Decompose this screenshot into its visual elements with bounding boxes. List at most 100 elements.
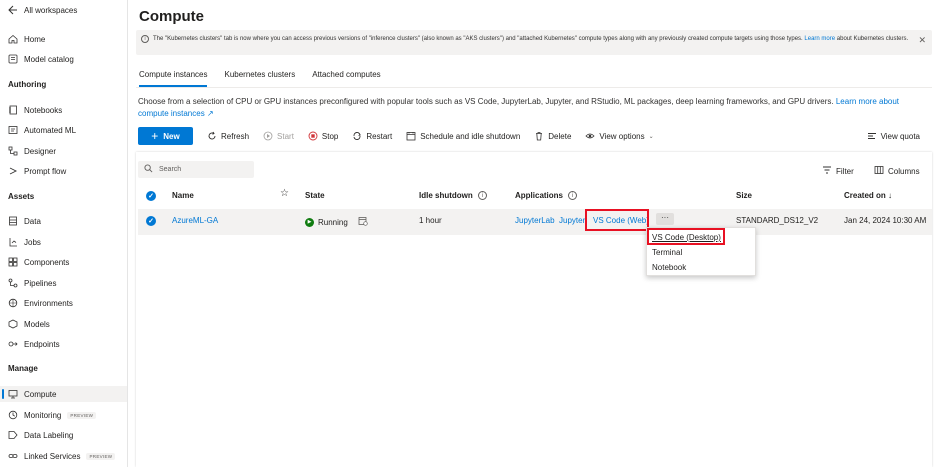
delete-button[interactable]: Delete — [534, 131, 571, 141]
sidebar-item-monitoring[interactable]: Monitoring PREVIEW — [8, 407, 97, 423]
header-name[interactable]: Name — [172, 191, 194, 200]
search-placeholder: Search — [159, 166, 182, 173]
checkmark-icon: ✓ — [146, 191, 156, 201]
jupyterlab-link[interactable]: JupyterLab — [515, 216, 555, 225]
sidebar-item-label: Jobs — [24, 237, 41, 247]
header-idle-shutdown[interactable]: Idle shutdown i — [419, 191, 487, 200]
info-icon: i — [141, 35, 149, 43]
stop-button[interactable]: Stop — [308, 131, 338, 141]
highlight-vscode-desktop — [647, 228, 725, 245]
sidebar-item-label: Compute — [24, 389, 57, 399]
catalog-icon — [8, 54, 18, 64]
left-navigation: All workspaces Home Model catalog Author… — [0, 0, 128, 467]
new-label: New — [163, 131, 180, 141]
sidebar-item-label: Endpoints — [24, 339, 60, 349]
sidebar-item-jobs[interactable]: Jobs — [8, 234, 41, 250]
refresh-label: Refresh — [221, 131, 250, 141]
learn-more-link-part1[interactable]: Learn — [804, 36, 819, 42]
tab-compute-instances[interactable]: Compute instances — [139, 70, 208, 87]
sidebar-item-label: Prompt flow — [24, 166, 67, 176]
sidebar-item-model-catalog[interactable]: Model catalog — [8, 51, 74, 67]
tab-attached-computes[interactable]: Attached computes — [312, 70, 380, 86]
star-icon[interactable]: ☆ — [280, 188, 289, 199]
menu-item-notebook[interactable]: Notebook — [652, 263, 686, 272]
schedule-icon[interactable] — [358, 216, 368, 228]
notebook-icon — [8, 105, 18, 115]
sidebar-item-home[interactable]: Home — [8, 31, 45, 47]
sidebar-item-designer[interactable]: Designer — [8, 143, 56, 159]
sidebar-item-label: Designer — [24, 146, 57, 156]
sidebar-item-label: Automated ML — [24, 125, 77, 135]
sidebar-item-endpoints[interactable]: Endpoints — [8, 336, 60, 352]
close-icon[interactable]: ✕ — [918, 35, 926, 46]
schedule-button[interactable]: Schedule and idle shutdown — [406, 131, 520, 141]
play-icon — [263, 131, 273, 141]
header-state[interactable]: State — [305, 191, 325, 200]
header-created-on[interactable]: Created on ↓ — [844, 191, 892, 200]
highlight-vscode-web — [585, 209, 649, 231]
sidebar-item-models[interactable]: Models — [8, 316, 50, 332]
filter-button[interactable]: Filter — [822, 165, 854, 177]
more-apps-button[interactable]: ··· — [656, 213, 674, 225]
idle-shutdown-value: 1 hour — [419, 216, 442, 225]
sidebar-item-data-labeling[interactable]: Data Labeling — [8, 427, 73, 443]
sidebar-item-notebooks[interactable]: Notebooks — [8, 102, 62, 118]
all-workspaces-link[interactable]: All workspaces — [8, 2, 77, 18]
sidebar-item-data[interactable]: Data — [8, 213, 41, 229]
stop-icon — [308, 131, 318, 141]
tab-kubernetes-clusters[interactable]: Kubernetes clusters — [224, 70, 295, 86]
new-button[interactable]: + New — [138, 127, 193, 145]
view-quota-label: View quota — [880, 131, 920, 141]
menu-item-terminal[interactable]: Terminal — [652, 248, 682, 257]
sidebar-item-automated-ml[interactable]: Automated ML — [8, 122, 76, 138]
search-input[interactable]: Search — [138, 161, 254, 178]
header-applications[interactable]: Applications i — [515, 191, 578, 200]
sidebar-item-pipelines[interactable]: Pipelines — [8, 275, 56, 291]
chevron-down-icon: ⌄ — [648, 133, 654, 140]
refresh-button[interactable]: Refresh — [207, 131, 249, 141]
sidebar-item-label: Notebooks — [24, 105, 63, 115]
restart-button[interactable]: Restart — [352, 131, 392, 141]
compute-instances-table: Search Filter Columns ✓ Name ☆ State Idl… — [136, 152, 932, 467]
info-icon[interactable]: i — [477, 191, 487, 200]
start-button[interactable]: Start — [263, 131, 294, 141]
sidebar-item-prompt-flow[interactable]: Prompt flow — [8, 163, 66, 179]
sidebar-item-compute[interactable]: Compute — [0, 386, 127, 402]
running-icon: ▶ — [305, 217, 314, 227]
header-size[interactable]: Size — [736, 191, 752, 200]
sidebar-item-environments[interactable]: Environments — [8, 295, 73, 311]
sidebar-item-label: Data — [24, 216, 41, 226]
view-options-button[interactable]: View options ⌄ — [585, 131, 654, 141]
sidebar-item-linked-services[interactable]: Linked Services PREVIEW — [8, 448, 116, 464]
page-title: Compute — [139, 8, 204, 25]
quota-icon — [867, 131, 877, 141]
columns-label: Columns — [888, 166, 920, 176]
start-label: Start — [277, 131, 294, 141]
sidebar-item-components[interactable]: Components — [8, 254, 69, 270]
description-text: Choose from a selection of CPU or GPU in… — [138, 97, 834, 106]
view-options-label: View options — [599, 131, 645, 141]
environments-icon — [8, 298, 18, 308]
created-on-value: Jan 24, 2024 10:30 AM — [844, 216, 927, 225]
learn-more-link-part2[interactable]: more — [821, 36, 835, 42]
automl-icon — [8, 125, 18, 135]
pipelines-icon — [8, 278, 18, 288]
columns-button[interactable]: Columns — [874, 165, 920, 177]
stop-label: Stop — [321, 131, 339, 141]
section-assets: Assets — [8, 192, 35, 201]
active-indicator — [2, 389, 4, 399]
info-message-end: about Kubernetes clusters. — [836, 36, 909, 42]
view-quota-button[interactable]: View quota — [867, 127, 920, 145]
jupyter-link[interactable]: Jupyter — [559, 216, 585, 225]
tab-divider — [136, 87, 932, 88]
row-checkbox[interactable]: ✓ — [146, 216, 156, 226]
select-all-checkbox[interactable]: ✓ — [146, 191, 156, 201]
tab-list: Compute instances Kubernetes clusters At… — [139, 70, 398, 87]
sidebar-item-label: Environments — [24, 298, 73, 308]
data-icon — [8, 216, 18, 226]
endpoints-icon — [8, 339, 18, 349]
instance-name-link[interactable]: AzureML-GA — [172, 216, 218, 225]
plus-icon: + — [151, 129, 159, 143]
info-icon[interactable]: i — [568, 191, 578, 200]
sidebar-item-label: Model catalog — [24, 54, 74, 64]
